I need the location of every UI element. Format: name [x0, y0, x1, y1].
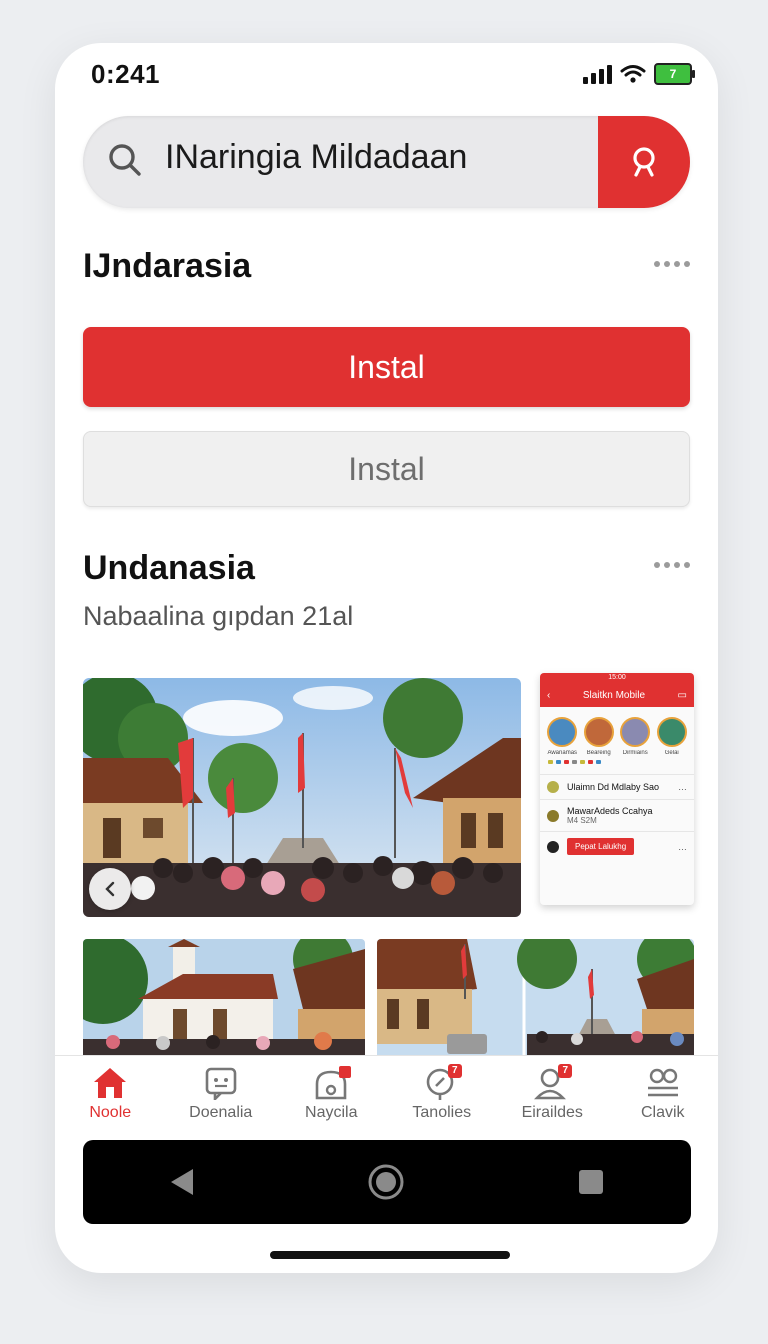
mini-avatar: Beareing	[583, 717, 614, 756]
search-bar[interactable]: INaringia Mildadaan	[83, 116, 690, 208]
battery-icon: 7	[654, 63, 695, 85]
chat-icon	[205, 1067, 237, 1100]
mini-more-icon: …	[678, 841, 687, 852]
search-input[interactable]: INaringia Mildadaan	[165, 138, 467, 177]
group-icon	[647, 1068, 678, 1097]
chevron-left-icon	[105, 881, 115, 897]
mini-action-button: Pepat Lalukhg	[567, 838, 635, 855]
nav-item-doenalia[interactable]: Doenalia	[166, 1056, 277, 1138]
mini-back-icon: ‹	[547, 689, 551, 701]
status-icons: 7	[583, 63, 695, 85]
mini-list-item: Ulaimn Dd Mdlaby Sao …	[540, 774, 694, 799]
notification-badge: 7	[447, 1064, 462, 1078]
mini-avatar: Awanamas	[547, 717, 578, 756]
home-button-icon[interactable]	[367, 1163, 405, 1201]
mini-list-icon	[547, 840, 559, 853]
app-screenshot-card[interactable]: 15:00 ‹ Slaitkn Mobile ▭ Awanamas Bearei…	[540, 673, 694, 905]
section-subtitle: Nabaalina gıpdan 21al	[83, 601, 354, 631]
mini-avatar: Dirmiains	[620, 717, 651, 756]
section-title-1: IJndarasia	[83, 247, 252, 285]
mini-title: Slaitkn Mobile	[582, 689, 646, 701]
gallery-photo-main[interactable]	[83, 678, 521, 917]
nav-item-naycila[interactable]: Naycila	[276, 1056, 387, 1138]
phone-screen: 0:241 7 INaringia Mildadaan IJndarasia I…	[55, 43, 718, 1273]
mini-avatar-row: Awanamas Beareing Dirmiains Gelai	[540, 707, 694, 758]
mini-list-item: Pepat Lalukhg …	[540, 831, 694, 861]
nav-item-eiraildes[interactable]: 7 Eiraildes	[497, 1056, 608, 1138]
mini-status-time: 15:00	[540, 673, 694, 683]
gallery-photo-2[interactable]	[83, 939, 365, 1057]
mini-menu-icon: ▭	[677, 689, 687, 701]
search-icon	[109, 144, 141, 176]
gallery-photo-3[interactable]	[377, 939, 694, 1057]
home-icon	[94, 1068, 127, 1098]
mini-list-icon	[547, 809, 559, 822]
install-button-primary[interactable]: Instal	[83, 327, 690, 407]
signal-icon	[583, 64, 612, 84]
search-button[interactable]	[598, 116, 690, 208]
home-indicator[interactable]	[270, 1251, 510, 1259]
system-navigation-bar	[83, 1140, 691, 1224]
more-options-icon-2[interactable]	[654, 562, 690, 568]
bottom-navigation: Noole Doenalia Naycila 7 Tanolies 7 Eira…	[55, 1055, 718, 1138]
install-button-secondary[interactable]: Instal	[83, 431, 690, 507]
back-icon[interactable]	[169, 1167, 195, 1197]
search-submit-icon	[633, 147, 655, 177]
more-options-icon-1[interactable]	[654, 261, 690, 267]
nav-item-home[interactable]: Noole	[55, 1056, 166, 1138]
mini-more-icon: …	[678, 782, 687, 792]
section-title-2: Undanasia	[83, 549, 255, 587]
mini-list-item: MawarAdeds Ccahya M4 S2M	[540, 799, 694, 831]
lock-icon	[315, 1066, 352, 1100]
mini-tag-row	[540, 758, 694, 766]
nav-item-tanolies[interactable]: 7 Tanolies	[387, 1056, 498, 1138]
mini-header: ‹ Slaitkn Mobile ▭	[540, 683, 694, 707]
nav-item-clavik[interactable]: Clavik	[608, 1056, 719, 1138]
mini-list-icon	[547, 781, 559, 793]
notification-badge: 7	[558, 1064, 573, 1078]
gallery-previous-button[interactable]	[89, 868, 131, 910]
recents-icon[interactable]	[577, 1168, 605, 1196]
wifi-icon	[620, 65, 646, 83]
status-time: 0:241	[91, 59, 160, 89]
mini-avatar: Gelai	[656, 717, 687, 756]
